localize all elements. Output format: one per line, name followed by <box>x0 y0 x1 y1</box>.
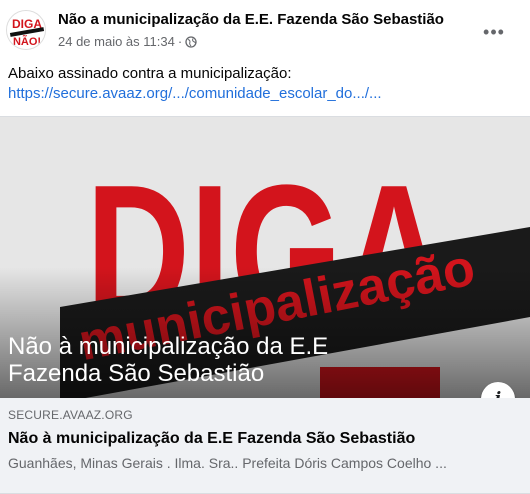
overlay-title-line-2: Fazenda São Sebastião <box>8 360 265 387</box>
post-link[interactable]: https://secure.avaaz.org/.../comunidade_… <box>8 84 518 104</box>
more-options-icon[interactable]: ••• <box>480 18 508 46</box>
page-avatar[interactable]: DIGA NÃO! <box>6 10 46 50</box>
link-description: Guanhães, Minas Gerais . Ilma. Sra.. Pre… <box>8 455 447 471</box>
link-preview-info[interactable]: SECURE.AVAAZ.ORG Não à municipalização d… <box>0 398 530 494</box>
preview-overlay-title: Não à municipalização da E.E Fazenda São… <box>8 333 448 387</box>
link-preview-image[interactable]: DIGA municipalização Não à municipalizaç… <box>0 116 530 398</box>
link-title: Não à municipalização da E.E Fazenda São… <box>8 430 416 447</box>
page-name-link[interactable]: Não a municipalização da E.E. Fazenda Sã… <box>58 11 444 28</box>
post-timestamp[interactable]: 24 de maio às 11:34 <box>58 34 175 49</box>
post-message: Abaixo assinado contra a municipalização… <box>8 65 292 82</box>
meta-separator: · <box>177 34 183 49</box>
globe-icon <box>185 35 197 48</box>
overlay-title-line-1: Não à municipalização da E.E <box>8 333 329 360</box>
post-meta: 24 de maio às 11:34 · <box>58 34 197 49</box>
avatar-text-2: NÃO! <box>13 35 41 48</box>
link-domain: SECURE.AVAAZ.ORG <box>8 408 133 422</box>
avatar-logo: DIGA NÃO! <box>7 11 45 49</box>
facebook-post: DIGA NÃO! Não a municipalização da E.E. … <box>0 0 530 494</box>
post-text: Abaixo assinado contra a municipalização… <box>8 64 518 104</box>
